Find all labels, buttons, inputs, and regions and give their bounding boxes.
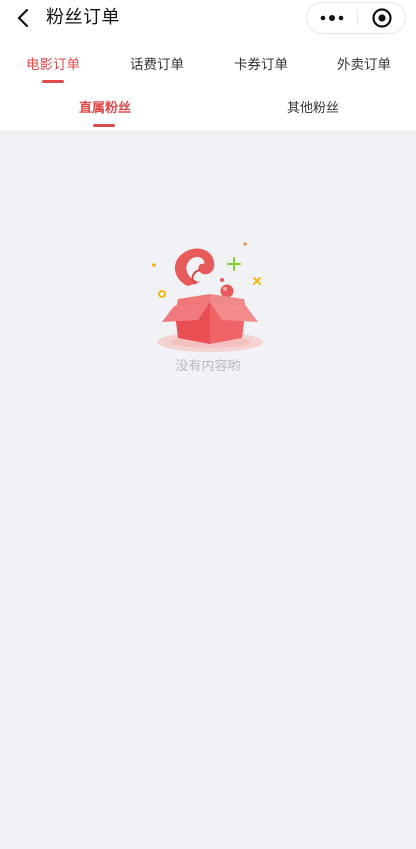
active-subtab-indicator xyxy=(93,124,115,127)
close-button[interactable] xyxy=(358,3,406,33)
page-title: 粉丝订单 xyxy=(46,7,120,28)
active-tab-indicator xyxy=(42,80,64,83)
back-button[interactable] xyxy=(10,4,36,32)
order-tabs-area: 电影订单 话费订单 卡券订单 外卖订单 直属粉丝 其他粉丝 xyxy=(0,38,416,130)
more-dots-icon xyxy=(320,15,344,21)
tab-takeout-orders[interactable]: 外卖订单 xyxy=(337,56,391,74)
target-circle-icon xyxy=(372,8,392,28)
tab-phone-bill-orders[interactable]: 话费订单 xyxy=(130,56,184,74)
subtab-other-fans[interactable]: 其他粉丝 xyxy=(287,100,339,118)
empty-state-message: 没有内容哟 xyxy=(175,359,241,374)
chevron-left-icon xyxy=(17,8,29,28)
mini-program-capsule xyxy=(306,2,406,34)
open-box-icon xyxy=(152,242,263,352)
empty-state-illustration xyxy=(148,236,280,356)
tab-movie-orders[interactable]: 电影订单 xyxy=(26,56,80,74)
navigation-bar: 粉丝订单 xyxy=(0,0,416,38)
subtab-direct-fans[interactable]: 直属粉丝 xyxy=(79,100,131,118)
more-button[interactable] xyxy=(307,3,357,33)
tab-coupon-orders[interactable]: 卡券订单 xyxy=(234,56,288,74)
